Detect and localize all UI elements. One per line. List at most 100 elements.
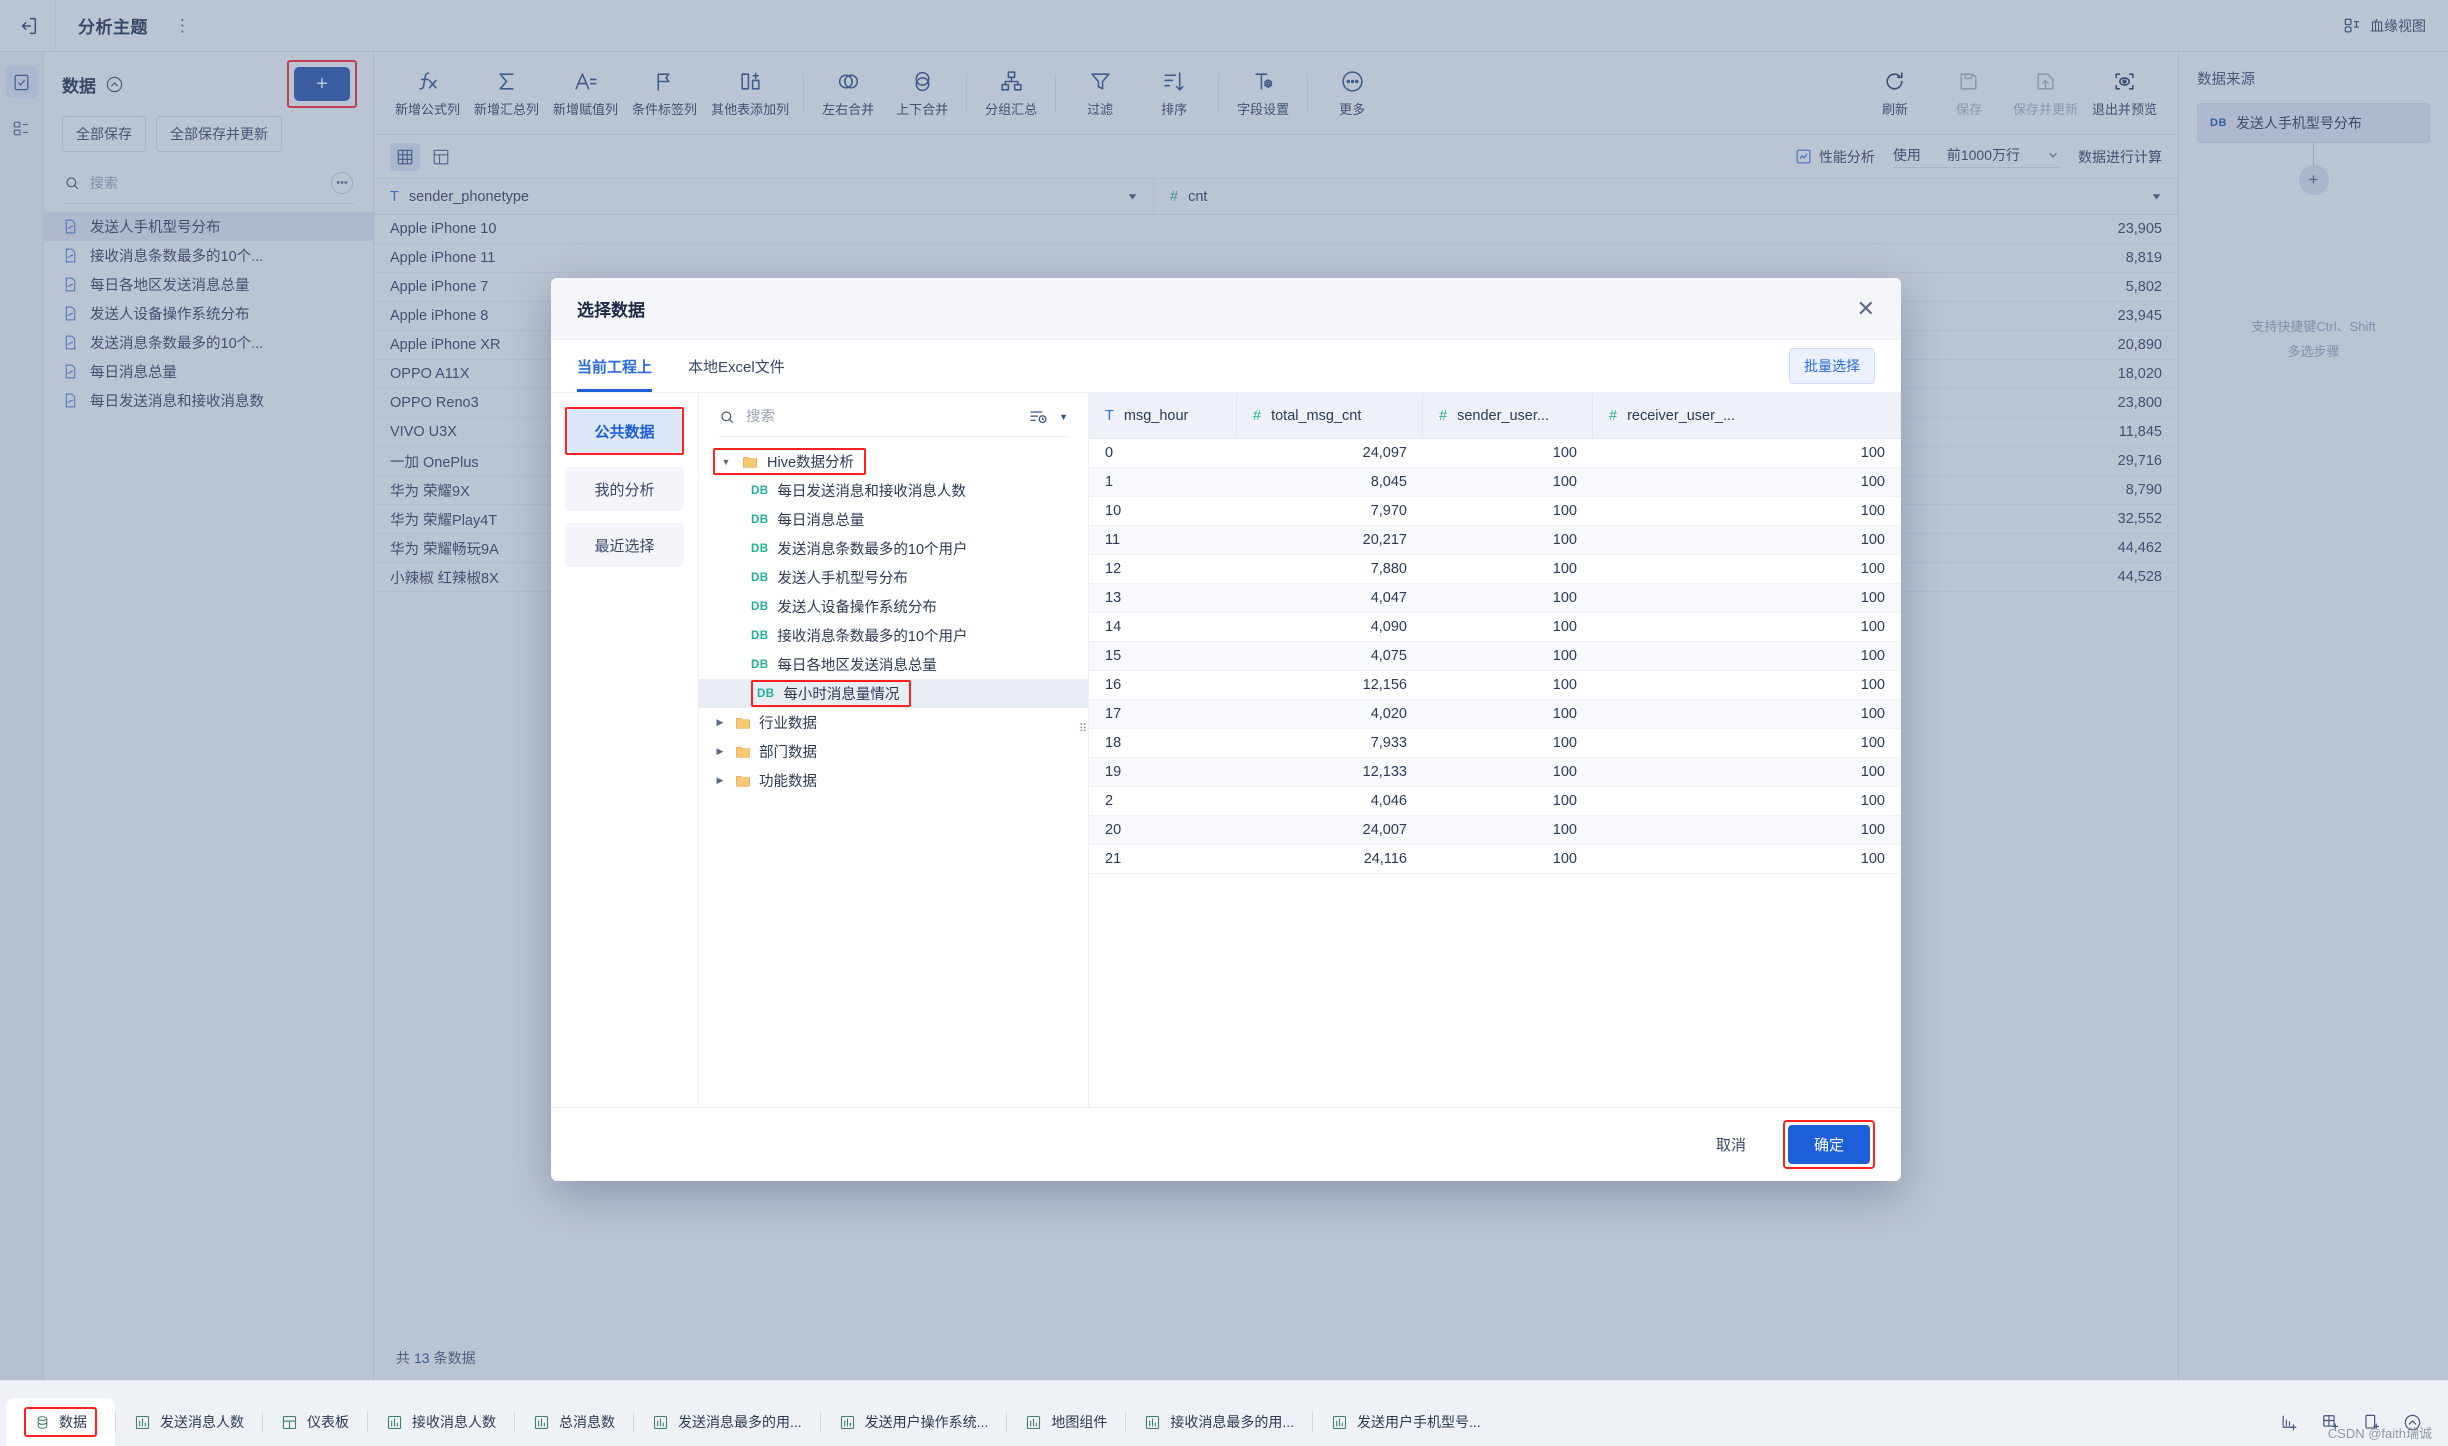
data-list-item[interactable]: 每日发送消息和接收消息数 xyxy=(44,386,373,415)
toolbar-button-preview[interactable]: 退出并预览 xyxy=(2085,64,2164,122)
data-list-item[interactable]: 发送人手机型号分布 xyxy=(44,212,373,241)
preview-row[interactable]: 127,880100100 xyxy=(1089,555,1901,584)
modal-split-handle[interactable]: ⠿ xyxy=(1079,722,1086,735)
triangle-right-icon[interactable]: ▶ xyxy=(713,717,727,728)
collapse-up-icon[interactable] xyxy=(105,75,124,94)
grid-view-icon[interactable] xyxy=(390,143,420,171)
triangle-right-icon[interactable]: ▶ xyxy=(713,775,727,786)
data-list-item[interactable]: 接收消息条数最多的10个... xyxy=(44,241,373,270)
toolbar-button-a-equals[interactable]: 新增赋值列 xyxy=(546,64,625,122)
search-input[interactable] xyxy=(90,175,321,191)
modal-category-1[interactable]: 我的分析 xyxy=(565,467,684,511)
data-list-item[interactable]: 每日各地区发送消息总量 xyxy=(44,270,373,299)
layout-view-icon[interactable] xyxy=(426,143,456,171)
close-icon[interactable]: ✕ xyxy=(1857,298,1875,320)
grid-column-0[interactable]: T sender_phonetype xyxy=(374,179,1154,214)
bottom-tab[interactable]: 地图组件 xyxy=(1007,1398,1125,1446)
tree-dataset[interactable]: DB发送消息条数最多的10个用户 xyxy=(699,534,1088,563)
history-filter-icon[interactable] xyxy=(1028,407,1048,427)
toolbar-button-venn-vertical[interactable]: 上下合并 xyxy=(885,64,959,122)
bottom-tab[interactable]: 接收消息人数 xyxy=(368,1398,514,1446)
data-list-item[interactable]: 发送人设备操作系统分布 xyxy=(44,299,373,328)
back-button[interactable] xyxy=(0,0,56,52)
tree-dataset[interactable]: DB每日消息总量 xyxy=(699,505,1088,534)
data-search-box[interactable]: ••• xyxy=(62,166,355,204)
tree-dataset[interactable]: DB每日各地区发送消息总量 xyxy=(699,650,1088,679)
add-source-button[interactable]: + xyxy=(2299,165,2329,195)
bottom-tab[interactable]: 发送用户手机型号... xyxy=(1313,1398,1499,1446)
tab-local-excel[interactable]: 本地Excel文件 xyxy=(688,340,785,392)
preview-row[interactable]: 024,097100100 xyxy=(1089,439,1901,468)
bottom-tab[interactable]: 数据 xyxy=(6,1398,115,1446)
rail-item-data[interactable] xyxy=(6,66,38,98)
preview-column-3[interactable]: #receiver_user_... xyxy=(1593,393,1901,438)
preview-row[interactable]: 1912,133100100 xyxy=(1089,758,1901,787)
preview-row[interactable]: 18,045100100 xyxy=(1089,468,1901,497)
tree-dataset[interactable]: DB每日发送消息和接收消息人数 xyxy=(699,476,1088,505)
toolbar-button-fx[interactable]: 新增公式列 xyxy=(388,64,467,122)
preview-row[interactable]: 2124,116100100 xyxy=(1089,845,1901,874)
toolbar-button-funnel[interactable]: 过滤 xyxy=(1063,64,1137,122)
chevron-down-icon[interactable] xyxy=(2150,190,2163,203)
perf-analysis-button[interactable]: 性能分析 xyxy=(1795,147,1875,167)
modal-category-0[interactable]: 公共数据 xyxy=(567,409,682,453)
lineage-view-button[interactable]: 血缘视图 xyxy=(2343,16,2448,36)
grid-column-1[interactable]: # cnt xyxy=(1154,179,2178,214)
preview-row[interactable]: 2024,007100100 xyxy=(1089,816,1901,845)
triangle-down-icon[interactable]: ▼ xyxy=(719,457,733,467)
confirm-button[interactable]: 确定 xyxy=(1788,1125,1870,1164)
modal-category-2[interactable]: 最近选择 xyxy=(565,523,684,567)
tree-dataset[interactable]: DB每小时消息量情况 xyxy=(699,679,1088,708)
toolbar-button-ellipsis-circle[interactable]: 更多 xyxy=(1315,64,1389,122)
bottom-tab[interactable]: 发送消息最多的用... xyxy=(634,1398,820,1446)
save-all-button[interactable]: 全部保存 xyxy=(62,116,146,152)
bottom-tab[interactable]: 总消息数 xyxy=(515,1398,633,1446)
rail-item-flow[interactable] xyxy=(6,112,38,144)
chevron-down-icon[interactable]: ▼ xyxy=(1059,412,1068,422)
save-all-update-button[interactable]: 全部保存并更新 xyxy=(156,116,282,152)
chevron-down-icon[interactable] xyxy=(1126,190,1139,203)
triangle-right-icon[interactable]: ▶ xyxy=(713,746,727,757)
preview-row[interactable]: 24,046100100 xyxy=(1089,787,1901,816)
toolbar-button-flag[interactable]: 条件标签列 xyxy=(625,64,704,122)
vertical-dots-icon[interactable]: ⋮ xyxy=(174,16,192,36)
preview-row[interactable]: 107,970100100 xyxy=(1089,497,1901,526)
tree-search-box[interactable]: ▼ xyxy=(719,407,1068,437)
toolbar-button-venn-horizontal[interactable]: 左右合并 xyxy=(811,64,885,122)
preview-column-1[interactable]: #total_msg_cnt xyxy=(1237,393,1423,438)
bottom-tab[interactable]: 发送消息人数 xyxy=(116,1398,262,1446)
tree-search-input[interactable] xyxy=(746,409,1017,425)
preview-row[interactable]: 144,090100100 xyxy=(1089,613,1901,642)
bottom-tab[interactable]: 发送用户操作系统... xyxy=(821,1398,1007,1446)
preview-row[interactable]: 1612,156100100 xyxy=(1089,671,1901,700)
toolbar-button-hierarchy[interactable]: 分组汇总 xyxy=(974,64,1048,122)
preview-row[interactable]: 174,020100100 xyxy=(1089,700,1901,729)
preview-row[interactable]: 187,933100100 xyxy=(1089,729,1901,758)
grid-row[interactable]: Apple iPhone 118,819 xyxy=(374,244,2178,273)
preview-column-2[interactable]: #sender_user... xyxy=(1423,393,1593,438)
data-list-item[interactable]: 每日消息总量 xyxy=(44,357,373,386)
preview-row[interactable]: 1120,217100100 xyxy=(1089,526,1901,555)
source-card[interactable]: DB 发送人手机型号分布 xyxy=(2197,103,2430,143)
tree-folder[interactable]: ▶功能数据 xyxy=(699,766,1088,795)
preview-row[interactable]: 134,047100100 xyxy=(1089,584,1901,613)
toolbar-button-field-settings[interactable]: 字段设置 xyxy=(1226,64,1300,122)
preview-column-0[interactable]: Tmsg_hour xyxy=(1089,393,1237,438)
bottom-tab[interactable]: 接收消息最多的用... xyxy=(1126,1398,1312,1446)
tree-folder[interactable]: ▶行业数据 xyxy=(699,708,1088,737)
toolbar-button-columns-plus[interactable]: 其他表添加列 xyxy=(704,64,796,122)
grid-row[interactable]: Apple iPhone 1023,905 xyxy=(374,215,2178,244)
add-data-button[interactable]: + xyxy=(294,67,350,101)
tab-current-project[interactable]: 当前工程上 xyxy=(577,340,652,392)
bottom-tab[interactable]: 仪表板 xyxy=(263,1398,367,1446)
toolbar-button-sort[interactable]: 排序 xyxy=(1137,64,1211,122)
tree-folder[interactable]: ▶部门数据 xyxy=(699,737,1088,766)
toolbar-button-sigma[interactable]: 新增汇总列 xyxy=(467,64,546,122)
ellipsis-icon[interactable]: ••• xyxy=(331,172,353,194)
cancel-button[interactable]: 取消 xyxy=(1693,1124,1769,1165)
add-chart-icon[interactable] xyxy=(2280,1413,2299,1432)
tree-dataset[interactable]: DB发送人手机型号分布 xyxy=(699,563,1088,592)
tree-folder[interactable]: ▼Hive数据分析 xyxy=(699,447,1088,476)
rows-selector[interactable]: 使用 前1000万行 xyxy=(1893,145,2060,168)
chevron-down-icon[interactable] xyxy=(2046,148,2060,162)
